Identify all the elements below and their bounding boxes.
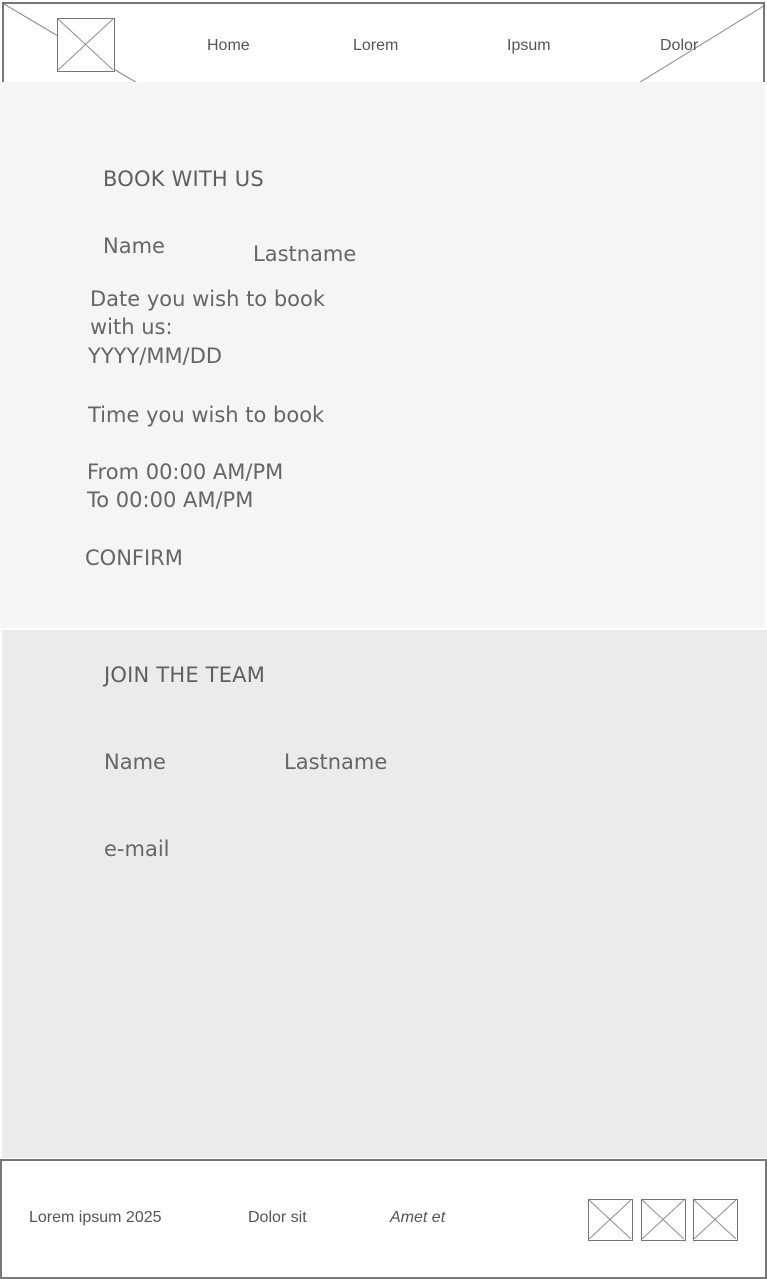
booking-name-field[interactable]: Name — [103, 232, 165, 260]
footer: Lorem ipsum 2025 Dolor sit Amet et — [0, 1159, 767, 1279]
date-input[interactable]: YYYY/MM/DD — [88, 342, 222, 370]
time-to-input[interactable]: To 00:00 AM/PM — [87, 486, 253, 514]
booking-title: BOOK WITH US — [103, 167, 264, 191]
time-from-input[interactable]: From 00:00 AM/PM — [87, 458, 283, 486]
join-team-section: JOIN THE TEAM Name Lastname e-mail — [2, 630, 767, 1158]
nav-dolor-link[interactable]: Dolor — [660, 37, 698, 55]
social-placeholder-icon[interactable] — [641, 1199, 686, 1241]
join-lastname-field[interactable]: Lastname — [284, 748, 387, 776]
nav-ipsum-link[interactable]: Ipsum — [507, 37, 551, 55]
date-label-line1: Date you wish to book — [90, 287, 326, 311]
booking-section: BOOK WITH US Name Lastname Date you wish… — [0, 82, 765, 628]
footer-copyright: Lorem ipsum 2025 — [29, 1209, 162, 1226]
join-email-field[interactable]: e-mail — [104, 835, 170, 863]
header-banner: Home Lorem Ipsum Dolor — [2, 2, 765, 82]
social-placeholder-icon[interactable] — [693, 1199, 738, 1241]
social-placeholder-icon[interactable] — [588, 1199, 633, 1241]
time-label: Time you wish to book — [88, 403, 325, 427]
footer-link-amet-et[interactable]: Amet et — [390, 1209, 445, 1227]
footer-link-dolor-sit[interactable]: Dolor sit — [248, 1209, 307, 1227]
date-label-line2: with us: — [90, 315, 173, 339]
join-title: JOIN THE TEAM — [104, 663, 266, 687]
join-name-field[interactable]: Name — [104, 748, 166, 776]
nav-home-link[interactable]: Home — [207, 37, 250, 55]
booking-lastname-field[interactable]: Lastname — [253, 240, 356, 268]
nav-lorem-link[interactable]: Lorem — [353, 37, 398, 55]
logo-placeholder-icon[interactable] — [57, 18, 115, 72]
confirm-button[interactable]: CONFIRM — [85, 544, 183, 572]
